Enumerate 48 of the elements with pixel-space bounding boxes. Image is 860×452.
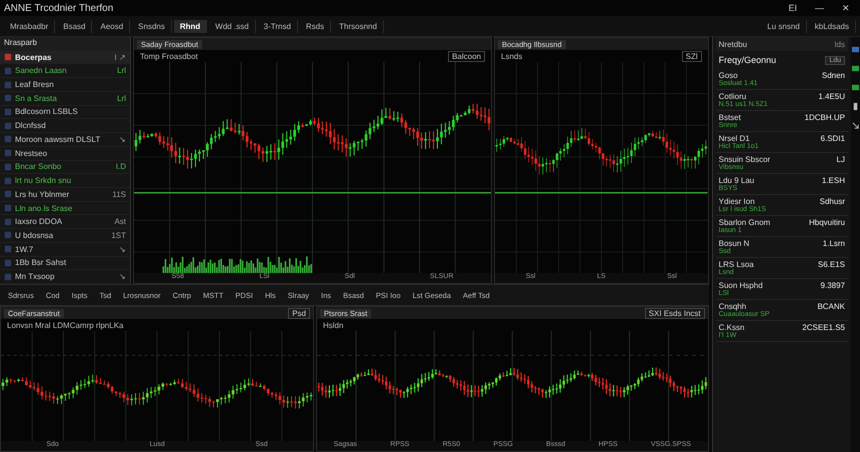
window-control[interactable]: ✕ [836, 3, 856, 13]
toolbar-button[interactable]: Lu snsnd [761, 20, 807, 32]
watchlist-item[interactable]: Sanedn Laasn Lrl [0, 64, 130, 78]
watchlist-item[interactable]: lrt nu Srkdn snu [0, 174, 130, 188]
bar-icon[interactable] [851, 102, 860, 111]
watchlist-item[interactable]: Sn a Srasta Lrl [0, 92, 130, 106]
toolbar-tab[interactable]: Thrsosnnd [333, 20, 384, 32]
panel-title: Nretdbu [718, 40, 748, 48]
toolbar-tab[interactable]: 3-Trnsd [258, 20, 298, 32]
chart-legend: Balcoon [448, 50, 485, 62]
chart-title: Lonvsn Mral LDMCamrp rlpnLKa [7, 320, 124, 330]
watchlist-item[interactable]: Lln ano.ls Srase [0, 202, 130, 216]
chart-title: Hsldn [323, 320, 344, 330]
toolbar-tab[interactable]: Aeosd [94, 20, 130, 32]
chart-legend: Psd [288, 308, 310, 318]
toolbar-tab[interactable]: Snsdns [132, 20, 172, 32]
panel-title: Nrasparb [4, 38, 37, 47]
watchlist-item[interactable]: Bdlcosorn LSBLS [0, 106, 130, 120]
window-control[interactable]: EI [782, 3, 803, 13]
chart-title: Tomp Froasdbot [140, 52, 198, 60]
watchlist-item[interactable]: Lrs hu Yblnmer 11S [0, 188, 130, 202]
watchlist-item[interactable]: 1W.7 ↘ [0, 242, 130, 257]
watchlist-item[interactable]: Moroon aawssm DLSLT ↘ [0, 133, 130, 147]
watchlist-item[interactable]: Leaf Bresn [0, 78, 130, 92]
toolbar-tab[interactable]: Wdd .ssd [209, 20, 256, 32]
toolbar-button[interactable]: kbLdsads [808, 20, 856, 32]
chart-title: Lsnds [501, 52, 522, 60]
toolbar-tab[interactable]: Mrasbadbr [4, 20, 56, 32]
toolbar-tab[interactable]: Bsasd [57, 20, 92, 32]
watchlist-item[interactable]: Iaxsro DDOA Ast [0, 215, 130, 230]
arrow-icon[interactable] [851, 121, 860, 130]
chart-legend: SXI Esds Incst [644, 308, 705, 318]
watchlist-item[interactable]: Nrestseo [0, 146, 130, 160]
watchlist-item[interactable]: U bdosnsa 1ST [0, 229, 130, 243]
toolbar-tab[interactable]: Rhnd [174, 20, 208, 32]
watchlist-item[interactable]: 1Bb Bsr Sahst [0, 256, 130, 270]
chart-legend: SZl [682, 50, 702, 62]
window-control[interactable]: — [809, 3, 830, 13]
flag-icon[interactable] [851, 83, 860, 92]
section-title: Freqy/Geonnu [718, 55, 776, 65]
watchlist-item[interactable]: Bocerpas I ↗ [0, 50, 130, 64]
flag-icon[interactable] [851, 64, 860, 73]
window-title: ANNE Trcodnier Therfon [4, 2, 114, 14]
watchlist-item[interactable]: Dlcnfssd [0, 119, 130, 134]
panel-value: Ids [834, 40, 845, 48]
flag-icon[interactable] [851, 45, 860, 54]
toolbar-tab[interactable]: Rsds [300, 20, 332, 32]
watchlist-item[interactable]: Bncar Sonbo I.D [0, 160, 130, 174]
